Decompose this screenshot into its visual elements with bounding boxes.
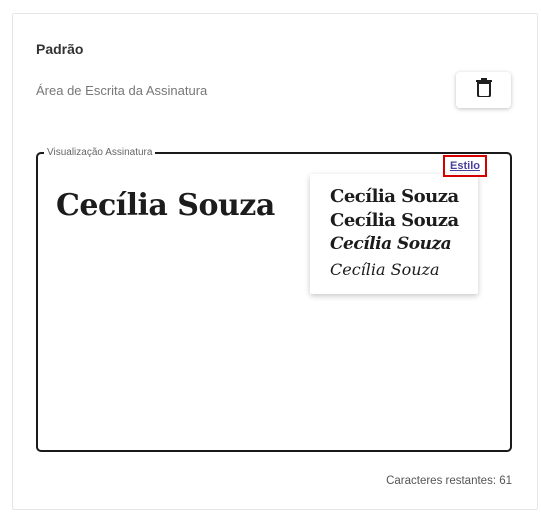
style-option-4[interactable]: Cecília Souza <box>330 260 440 279</box>
style-option-3[interactable]: Cecília Souza <box>330 234 452 254</box>
style-link[interactable]: Estilo <box>443 155 487 177</box>
style-option-1[interactable]: Cecília Souza <box>330 186 459 207</box>
section-title: Padrão <box>36 41 84 57</box>
signature-preview: Visualização Assinatura Cecília Souza Ce… <box>36 146 512 452</box>
signature-area-label[interactable]: Área de Escrita da Assinatura <box>36 83 207 98</box>
delete-button[interactable] <box>456 72 511 108</box>
signature-text: Cecília Souza <box>56 188 275 223</box>
style-option-2[interactable]: Cecília Souza <box>330 210 459 231</box>
style-menu: Cecília Souza Cecília Souza Cecília Souz… <box>310 174 478 294</box>
signature-card: Padrão Área de Escrita da Assinatura Vis… <box>12 13 538 510</box>
trash-icon <box>475 78 492 102</box>
remaining-characters: Caracteres restantes: 61 <box>386 475 512 487</box>
preview-legend: Visualização Assinatura <box>44 146 156 160</box>
